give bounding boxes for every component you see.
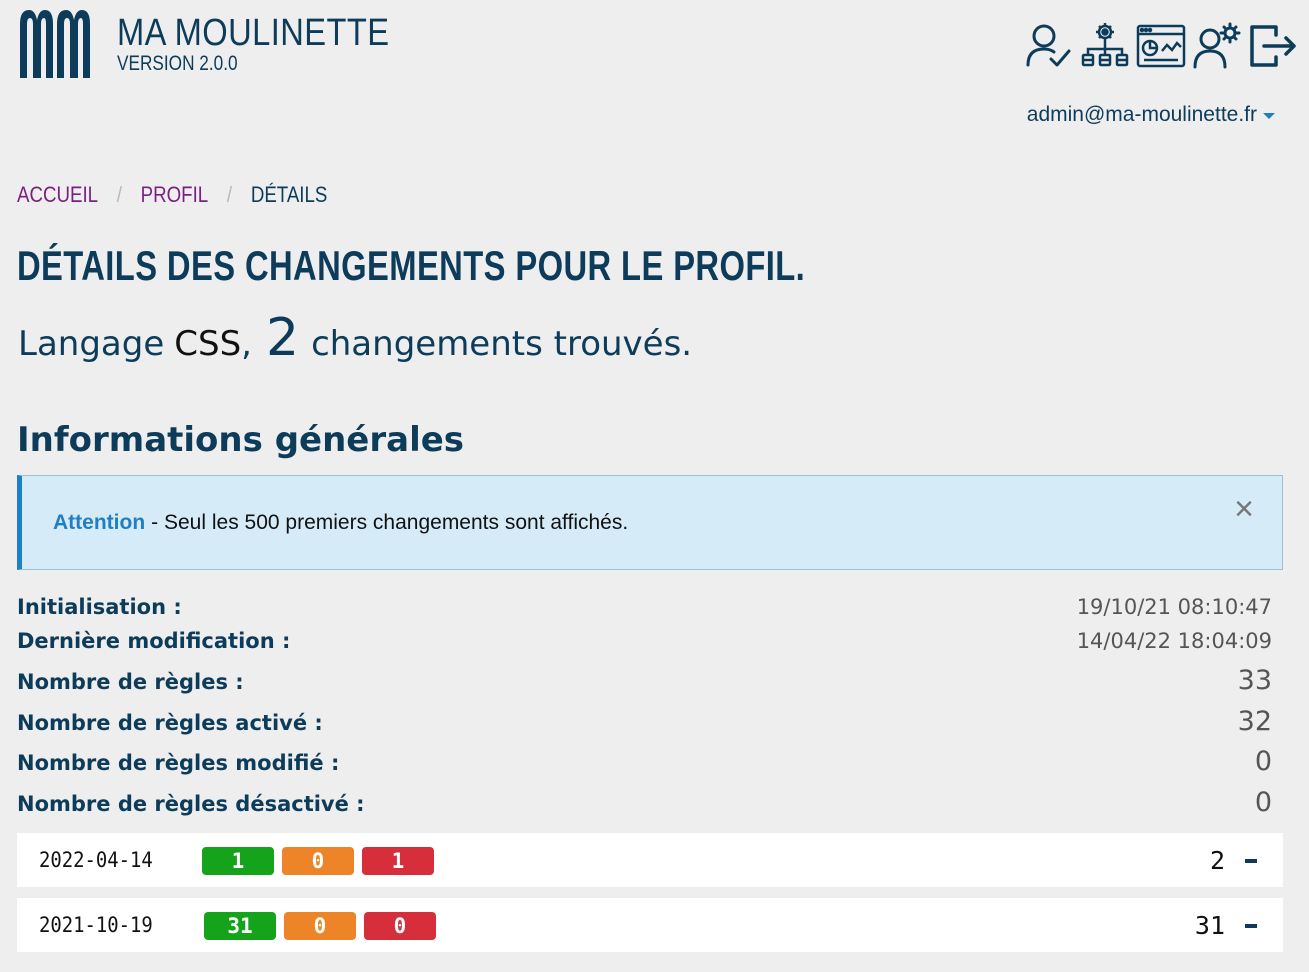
user-email: admin@ma-moulinette.fr — [1026, 103, 1257, 126]
info-label: Nombre de règles : — [17, 670, 244, 694]
info-row-last-modified: Dernière modification : 14/04/22 18:04:0… — [17, 629, 1272, 653]
info-alert: Attention - Seul les 500 premiers change… — [17, 475, 1283, 570]
activated-badge: 1 — [202, 847, 274, 875]
info-value: 0 — [1254, 746, 1272, 777]
history-row[interactable]: 2021-10-19 31 0 0 31 — [17, 898, 1283, 952]
logout-icon[interactable] — [1245, 18, 1301, 74]
modified-badge: 0 — [282, 847, 354, 875]
summary-comma: , — [241, 324, 252, 364]
alert-title: Attention — [53, 510, 146, 534]
breadcrumb-separator: / — [116, 182, 122, 207]
changes-summary: Langage CSS, 2 changements trouvés. — [18, 308, 692, 368]
deactivated-badge: 0 — [364, 912, 436, 940]
info-value: 0 — [1254, 787, 1272, 818]
dashboard-icon[interactable] — [1133, 18, 1189, 74]
breadcrumb-profile-link[interactable]: PROFIL — [141, 182, 209, 208]
info-row-rules-count: Nombre de règles : 33 — [17, 665, 1272, 696]
summary-prefix: Langage — [18, 324, 165, 364]
info-value: 14/04/22 18:04:09 — [1076, 629, 1272, 653]
summary-suffix: changements trouvés. — [311, 324, 693, 364]
app-name: MA MOULINETTE — [117, 12, 390, 54]
info-label: Nombre de règles activé : — [17, 711, 323, 735]
close-icon[interactable]: × — [1234, 492, 1254, 526]
activated-badge: 31 — [204, 912, 276, 940]
info-row-rules-deactivated: Nombre de règles désactivé : 0 — [17, 787, 1272, 818]
info-row-rules-modified: Nombre de règles modifié : 0 — [17, 746, 1272, 777]
breadcrumb-separator: / — [226, 182, 233, 207]
history-total: 2 — [1209, 845, 1225, 875]
org-settings-icon[interactable] — [1077, 18, 1133, 74]
info-label: Nombre de règles modifié : — [17, 751, 340, 775]
info-row-rules-activated: Nombre de règles activé : 32 — [17, 706, 1272, 737]
app-logo[interactable] — [20, 10, 90, 78]
collapse-icon[interactable] — [1245, 924, 1257, 928]
change-count: 2 — [265, 308, 300, 368]
top-nav-icons — [1021, 18, 1301, 74]
history-total: 31 — [1194, 910, 1225, 940]
user-check-icon[interactable] — [1021, 18, 1077, 74]
history-date: 2021-10-19 — [39, 913, 153, 937]
history-row[interactable]: 2022-04-14 1 0 1 2 — [17, 833, 1283, 887]
page-title: DÉTAILS DES CHANGEMENTS POUR LE PROFIL. — [17, 242, 806, 289]
info-row-initialisation: Initialisation : 19/10/21 08:10:47 — [17, 595, 1272, 619]
modified-badge: 0 — [284, 912, 356, 940]
language-name: CSS — [174, 324, 242, 364]
caret-down-icon — [1263, 113, 1275, 119]
app-version: VERSION 2.0.0 — [117, 52, 238, 75]
breadcrumb: ACCUEIL / PROFIL / DÉTAILS — [17, 182, 327, 208]
user-menu-dropdown[interactable]: admin@ma-moulinette.fr — [1027, 103, 1275, 127]
section-title: Informations générales — [17, 420, 465, 460]
users-settings-icon[interactable] — [1189, 18, 1245, 74]
info-label: Initialisation : — [17, 595, 182, 619]
breadcrumb-current: DÉTAILS — [250, 182, 328, 207]
info-label: Dernière modification : — [17, 629, 291, 653]
info-value: 32 — [1237, 706, 1272, 737]
alert-message: - Seul les 500 premiers changements sont… — [151, 510, 629, 534]
deactivated-badge: 1 — [362, 847, 434, 875]
breadcrumb-home-link[interactable]: ACCUEIL — [17, 182, 98, 208]
collapse-icon[interactable] — [1245, 859, 1257, 863]
history-date: 2022-04-14 — [39, 848, 153, 872]
info-label: Nombre de règles désactivé : — [17, 792, 365, 816]
info-value: 19/10/21 08:10:47 — [1076, 595, 1272, 619]
info-value: 33 — [1237, 665, 1272, 696]
